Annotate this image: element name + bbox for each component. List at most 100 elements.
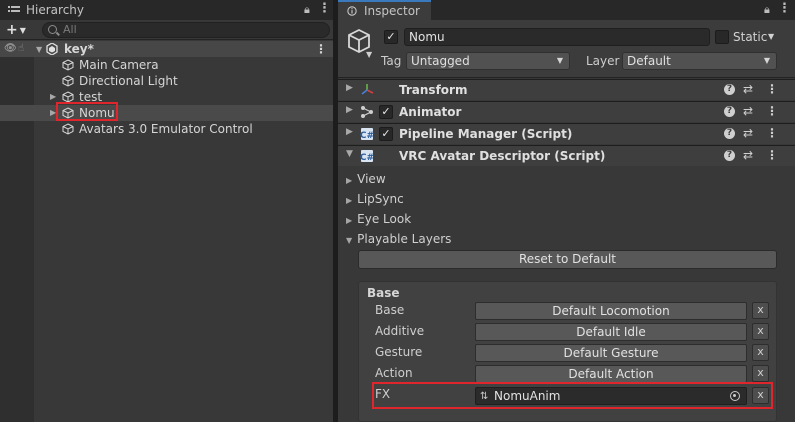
clear-additive-button[interactable]: x <box>752 323 769 340</box>
fold-open-icon: ▼ <box>346 236 353 245</box>
unity-scene-icon <box>46 43 58 55</box>
base-title: Base <box>367 286 400 300</box>
foldout-label: View <box>357 172 386 186</box>
component-animator[interactable]: ▶ ✓ Animator ? ⇄ ⋮ <box>338 101 795 122</box>
inspector-tabbar: Inspector 🔒︎ ⋮ <box>338 0 795 20</box>
object-name-field[interactable]: Nomu <box>404 28 710 46</box>
plus-icon: + <box>6 22 18 38</box>
fold-closed-icon[interactable]: ▶ <box>346 83 353 93</box>
search-input[interactable]: All <box>42 22 330 38</box>
list-item[interactable]: Avatars 3.0 Emulator Control <box>0 121 333 137</box>
kebab-menu-icon[interactable]: ⋮ <box>778 2 791 17</box>
list-item[interactable]: Directional Light <box>0 73 333 89</box>
layer-gesture-button[interactable]: Default Gesture <box>475 344 747 362</box>
chevron-down-icon[interactable]: ▼ <box>366 50 372 59</box>
list-item[interactable]: ▶ test <box>0 89 333 105</box>
gameobject-icon <box>62 75 74 87</box>
search-icon <box>48 25 57 34</box>
foldout-view[interactable]: ▶ View <box>346 172 386 186</box>
layer-label-additive: Additive <box>375 324 425 338</box>
preset-icon[interactable]: ⇄ <box>743 104 753 118</box>
animator-enabled-checkbox[interactable]: ✓ <box>379 105 393 119</box>
hierarchy-tabbar: Hierarchy 🔒︎ ⋮ <box>0 0 333 20</box>
help-icon[interactable]: ? <box>724 106 735 117</box>
component-vrc-avatar-descriptor[interactable]: ▼ C# VRC Avatar Descriptor (Script) ? ⇄ … <box>338 145 795 166</box>
layer-action-button[interactable]: Default Action <box>475 365 747 383</box>
component-title: Pipeline Manager (Script) <box>399 127 573 141</box>
clear-action-button[interactable]: x <box>752 365 769 382</box>
tag-dropdown[interactable]: Untagged ▼ <box>406 52 570 70</box>
foldout-label: Playable Layers <box>357 232 452 246</box>
info-icon <box>347 6 357 16</box>
add-object-button[interactable]: + ▼ <box>6 22 26 38</box>
lock-icon[interactable]: 🔒︎ <box>764 3 770 17</box>
kebab-menu-icon[interactable]: ⋮ <box>766 82 778 96</box>
transform-icon <box>361 84 374 95</box>
clear-gesture-button[interactable]: x <box>752 344 769 361</box>
tab-hierarchy[interactable]: Hierarchy <box>0 0 92 20</box>
layer-base-button[interactable]: Default Locomotion <box>475 302 747 320</box>
highlight-box-nomu <box>56 102 118 121</box>
gameobject-icon <box>62 59 74 71</box>
tag-value: Untagged <box>411 54 470 68</box>
chevron-down-icon[interactable]: ▼ <box>768 32 774 41</box>
list-item[interactable]: Main Camera <box>0 57 333 73</box>
active-checkbox[interactable]: ✓ <box>384 30 398 44</box>
layer-dropdown[interactable]: Default ▼ <box>622 52 777 70</box>
foldout-playable-layers[interactable]: ▼ Playable Layers <box>346 232 451 246</box>
base-layers-box: Base Base Default Locomotion x Additive … <box>358 281 777 422</box>
layer-label: Layer <box>586 54 620 68</box>
reset-to-default-button[interactable]: Reset to Default <box>358 250 777 269</box>
object-header: ▼ ✓ Nomu Static ▼ Tag Untagged ▼ Layer D… <box>338 20 795 78</box>
scene-row[interactable]: 👁︎ ☝︎ ▼ key* ⋮ <box>0 41 333 57</box>
item-label: Directional Light <box>79 74 178 88</box>
pickable-icon[interactable]: ☝︎ <box>18 41 24 57</box>
search-placeholder: All <box>63 23 77 36</box>
component-pipeline-manager[interactable]: ▶ C# ✓ Pipeline Manager (Script) ? ⇄ ⋮ <box>338 123 795 144</box>
help-icon[interactable]: ? <box>724 84 735 95</box>
animator-icon <box>361 106 373 118</box>
list-icon <box>8 6 20 12</box>
hierarchy-tree: 👁︎ ☝︎ ▼ key* ⋮ Main Camera Directional L… <box>0 41 333 137</box>
pipeline-enabled-checkbox[interactable]: ✓ <box>379 127 393 141</box>
static-checkbox[interactable] <box>715 30 729 44</box>
static-label: Static <box>733 30 768 44</box>
fold-closed-icon[interactable]: ▶ <box>346 105 353 115</box>
tab-inspector[interactable]: Inspector <box>338 0 431 20</box>
preset-icon[interactable]: ⇄ <box>743 82 753 96</box>
component-title: VRC Avatar Descriptor (Script) <box>399 149 606 163</box>
kebab-menu-icon[interactable]: ⋮ <box>766 148 778 162</box>
layer-value: Default <box>627 54 671 68</box>
item-label: Main Camera <box>79 58 159 72</box>
kebab-menu-icon[interactable]: ⋮ <box>766 126 778 140</box>
lock-icon[interactable]: 🔒︎ <box>304 3 310 17</box>
tag-label: Tag <box>381 54 402 68</box>
layer-label-action: Action <box>375 366 413 380</box>
fold-open-icon[interactable]: ▼ <box>346 149 353 159</box>
visibility-icon[interactable]: 👁︎ <box>4 41 17 57</box>
scene-kebab-icon[interactable]: ⋮ <box>315 41 327 57</box>
hierarchy-toolbar: + ▼ All <box>0 20 333 40</box>
help-icon[interactable]: ? <box>724 150 735 161</box>
foldout-label: LipSync <box>357 192 404 206</box>
kebab-menu-icon[interactable]: ⋮ <box>766 104 778 118</box>
tab-inspector-label: Inspector <box>364 4 420 18</box>
foldout-label: Eye Look <box>357 212 412 226</box>
clear-base-button[interactable]: x <box>752 302 769 319</box>
chevron-down-icon: ▼ <box>19 25 26 35</box>
component-title: Animator <box>399 105 462 119</box>
foldout-lipsync[interactable]: ▶ LipSync <box>346 192 404 206</box>
preset-icon[interactable]: ⇄ <box>743 126 753 140</box>
layer-additive-button[interactable]: Default Idle <box>475 323 747 341</box>
kebab-menu-icon[interactable]: ⋮ <box>318 2 331 17</box>
fold-closed-icon[interactable]: ▶ <box>346 127 353 137</box>
chevron-down-icon: ▼ <box>556 56 563 65</box>
chevron-down-icon: ▼ <box>763 56 770 65</box>
svg-text:C#: C# <box>360 131 374 141</box>
preset-icon[interactable]: ⇄ <box>743 148 753 162</box>
component-transform[interactable]: ▶ Transform ? ⇄ ⋮ <box>338 79 795 100</box>
help-icon[interactable]: ? <box>724 128 735 139</box>
list-item-selected[interactable]: ▶ Nomu <box>0 105 333 121</box>
foldout-eye-look[interactable]: ▶ Eye Look <box>346 212 411 226</box>
fold-open-icon[interactable]: ▼ <box>36 42 42 58</box>
